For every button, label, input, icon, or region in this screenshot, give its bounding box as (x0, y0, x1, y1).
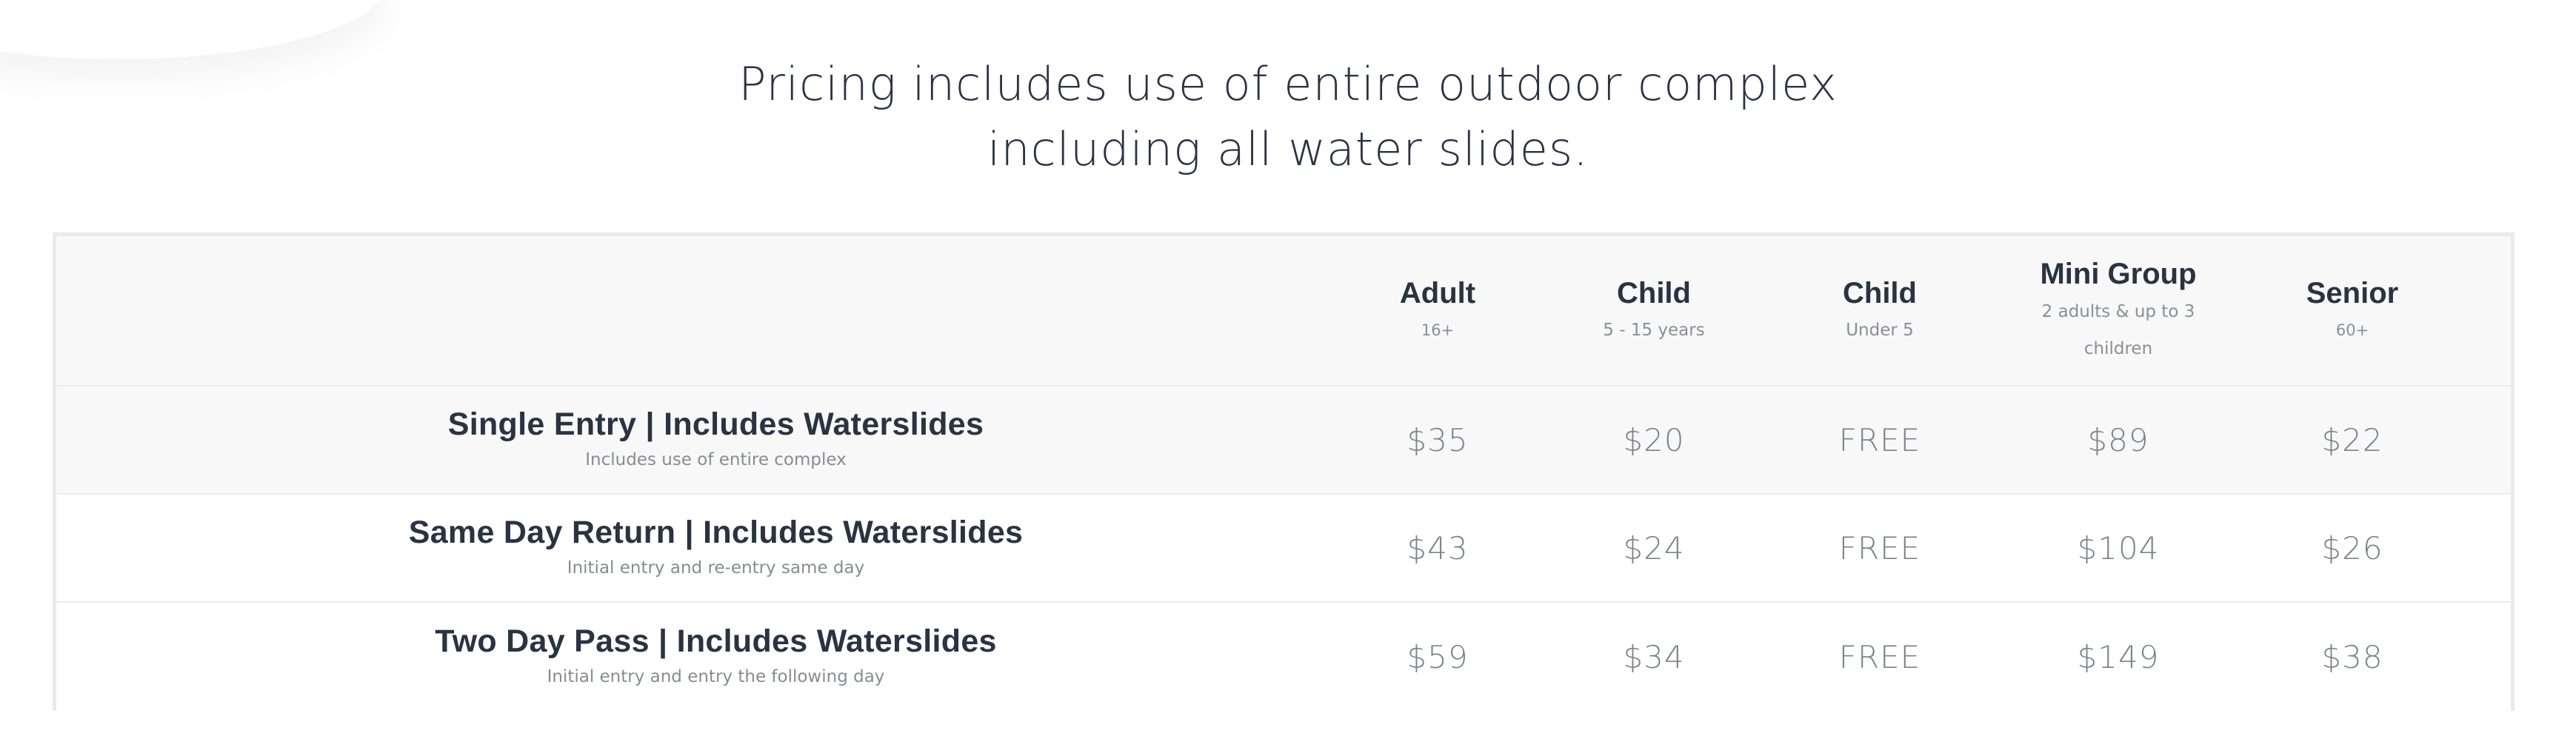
row-title: Two Day Pass | Includes Waterslides (435, 623, 997, 659)
column-title: Child (1617, 276, 1691, 310)
price: $22 (2321, 421, 2383, 458)
price-cell-adult: $59 (1378, 603, 1497, 711)
price-cell-mini-group: $89 (2007, 387, 2229, 493)
price-cell-child: $24 (1580, 495, 1728, 601)
row-subtitle: Initial entry and re-entry same day (567, 558, 865, 578)
column-subtitle: Under 5 (1846, 320, 1914, 340)
table-row: Single Entry | Includes Waterslides Incl… (56, 387, 2511, 495)
price-cell-child-under-5: FREE (1806, 495, 1954, 601)
price-cell-adult: $35 (1378, 387, 1497, 493)
row-subtitle: Includes use of entire complex (585, 450, 847, 469)
column-title: Child (1843, 276, 1917, 310)
row-label: Two Day Pass | Includes Waterslides Init… (56, 603, 1375, 711)
column-title: Senior (2306, 276, 2399, 310)
price: FREE (1838, 638, 1921, 675)
column-title: Adult (1399, 276, 1476, 310)
price: $89 (2087, 421, 2149, 458)
price-cell-senior: $38 (2278, 603, 2426, 711)
price: $59 (1407, 638, 1469, 675)
price: $38 (2321, 638, 2383, 675)
price-cell-child-under-5: FREE (1806, 387, 1954, 493)
column-header-child: Child 5 - 15 years (1580, 236, 1728, 385)
column-header-child-under-5: Child Under 5 (1806, 236, 1954, 385)
price: $34 (1623, 638, 1685, 675)
price-cell-senior: $22 (2278, 387, 2426, 493)
row-label: Same Day Return | Includes Waterslides I… (56, 495, 1375, 601)
row-title: Single Entry | Includes Waterslides (447, 407, 984, 442)
column-subtitle-line-1: 2 adults & up to 3 (2041, 301, 2195, 321)
table-header-row: Adult 16+ Child 5 - 15 years Child Under… (56, 236, 2511, 387)
column-header-mini-group: Mini Group 2 adults & up to 3 children (2007, 236, 2229, 385)
page: Pricing includes use of entire outdoor c… (0, 0, 2576, 736)
column-header-senior: Senior 60+ (2278, 236, 2426, 385)
price: $35 (1407, 421, 1469, 458)
headline-line-2: including all water slides. (987, 122, 1589, 176)
column-header-adult: Adult 16+ (1378, 236, 1497, 385)
table-row: Two Day Pass | Includes Waterslides Init… (56, 603, 2511, 711)
price-cell-child: $34 (1580, 603, 1728, 711)
price-cell-senior: $26 (2278, 495, 2426, 601)
price-cell-mini-group: $149 (2007, 603, 2229, 711)
corner-shadow (0, 0, 385, 59)
pricing-table: Adult 16+ Child 5 - 15 years Child Under… (53, 232, 2515, 711)
price: FREE (1838, 421, 1921, 458)
row-subtitle: Initial entry and entry the following da… (547, 667, 885, 686)
column-title: Mini Group (2040, 257, 2197, 290)
pricing-headline: Pricing includes use of entire outdoor c… (0, 52, 2576, 182)
price: $26 (2321, 529, 2383, 566)
price: $20 (1623, 421, 1685, 458)
column-subtitle: 60+ (2335, 321, 2369, 339)
headline-line-1: Pricing includes use of entire outdoor c… (738, 57, 1838, 111)
row-label: Single Entry | Includes Waterslides Incl… (56, 387, 1375, 493)
price: $24 (1623, 529, 1685, 566)
table-row: Same Day Return | Includes Waterslides I… (56, 495, 2511, 603)
header-label-cell (56, 236, 1375, 385)
price-cell-mini-group: $104 (2007, 495, 2229, 601)
column-subtitle: 16+ (1421, 321, 1455, 339)
column-subtitle-line-2: children (2083, 338, 2153, 358)
price: $104 (2077, 529, 2160, 566)
price-cell-adult: $43 (1378, 495, 1497, 601)
column-subtitle: 2 adults & up to 3 children (2042, 293, 2195, 367)
price-cell-child: $20 (1580, 387, 1728, 493)
price: FREE (1838, 529, 1921, 566)
price-cell-child-under-5: FREE (1806, 603, 1954, 711)
price: $43 (1407, 529, 1469, 566)
column-subtitle: 5 - 15 years (1603, 320, 1705, 340)
row-title: Same Day Return | Includes Waterslides (408, 515, 1024, 550)
price: $149 (2077, 638, 2160, 675)
